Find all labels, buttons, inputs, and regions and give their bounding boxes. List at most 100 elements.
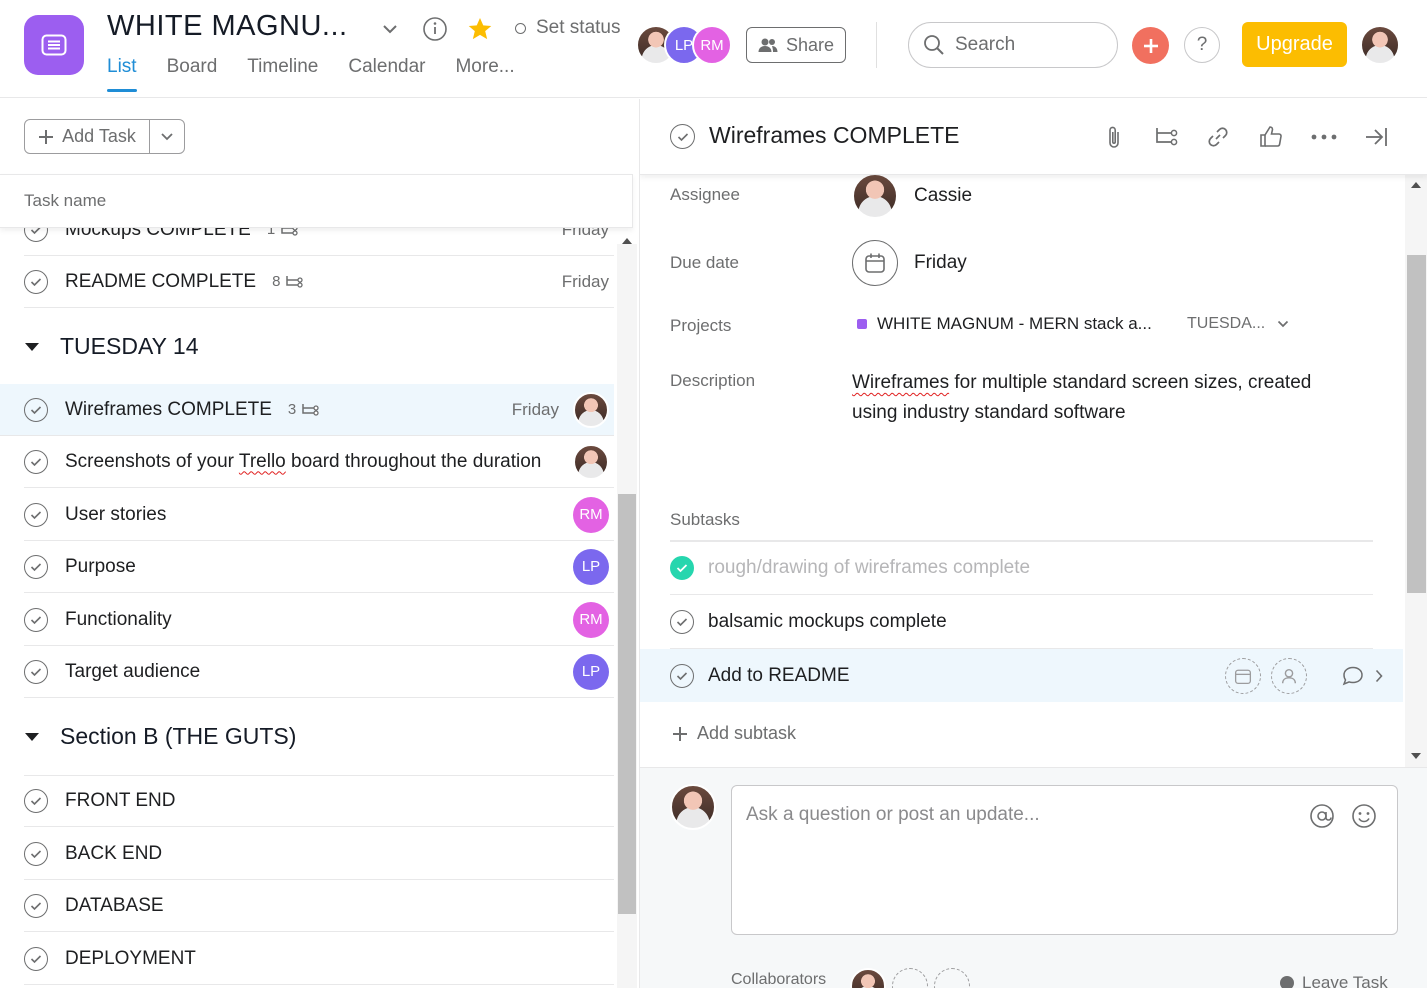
task-title[interactable]: Wireframes COMPLETE bbox=[709, 122, 959, 149]
project-title[interactable]: WHITE MAGNU... bbox=[107, 10, 348, 43]
subtask-icon[interactable] bbox=[1152, 123, 1180, 151]
search-box[interactable] bbox=[908, 22, 1118, 68]
description-text[interactable]: Wireframes for multiple standard screen … bbox=[852, 368, 1352, 428]
task-row[interactable]: Purpose LP bbox=[24, 541, 614, 593]
scroll-up-arrow[interactable] bbox=[1411, 182, 1421, 188]
upgrade-button[interactable]: Upgrade bbox=[1242, 22, 1347, 67]
task-row[interactable]: Screenshots of your Trello board through… bbox=[24, 436, 614, 488]
check-icon[interactable] bbox=[24, 788, 48, 813]
close-panel-icon[interactable] bbox=[1362, 123, 1390, 151]
share-button[interactable]: Share bbox=[746, 27, 846, 63]
comment-box[interactable] bbox=[731, 785, 1398, 935]
chevron-right-icon[interactable] bbox=[1375, 669, 1383, 683]
add-collaborator-slot[interactable] bbox=[934, 968, 970, 988]
add-subtask-button[interactable]: Add subtask bbox=[672, 723, 796, 744]
mention-icon[interactable] bbox=[1308, 802, 1336, 830]
chevron-down-icon bbox=[161, 133, 173, 141]
project-chip[interactable]: WHITE MAGNUM - MERN stack a... bbox=[857, 314, 1152, 334]
project-members[interactable]: LP RM bbox=[636, 25, 732, 65]
subtask-row[interactable]: rough/drawing of wireframes complete bbox=[670, 542, 1373, 595]
complete-task-button[interactable] bbox=[670, 124, 695, 149]
comment-icon[interactable] bbox=[1341, 665, 1365, 687]
assignee-avatar[interactable] bbox=[573, 391, 609, 428]
subtask-name: Add to README bbox=[708, 664, 850, 686]
task-row[interactable]: User stories RM bbox=[24, 489, 614, 541]
task-row[interactable]: DEPLOYMENT bbox=[24, 933, 614, 985]
star-icon[interactable] bbox=[466, 15, 494, 43]
set-status-button[interactable]: Set status bbox=[515, 17, 621, 39]
check-icon[interactable] bbox=[24, 269, 48, 294]
tab-list[interactable]: List bbox=[107, 56, 137, 92]
assignee-avatar[interactable]: LP bbox=[573, 653, 609, 690]
subtask-row[interactable]: balsamic mockups complete bbox=[670, 596, 1373, 649]
emoji-icon[interactable] bbox=[1350, 802, 1378, 830]
more-options-icon[interactable] bbox=[1310, 123, 1338, 151]
scroll-up-arrow[interactable] bbox=[622, 238, 632, 244]
project-section-select[interactable]: TUESDA... bbox=[1187, 315, 1289, 333]
section-header-b[interactable]: Section B (THE GUTS) bbox=[24, 698, 614, 776]
task-row[interactable]: FRONT END bbox=[24, 775, 614, 827]
task-row[interactable]: Target audience LP bbox=[24, 646, 614, 698]
check-icon[interactable] bbox=[24, 659, 48, 684]
assignee-avatar[interactable]: LP bbox=[573, 548, 609, 585]
due-date[interactable]: Friday bbox=[512, 400, 559, 420]
check-icon[interactable] bbox=[24, 841, 48, 866]
detail-scrollbar[interactable] bbox=[1405, 175, 1427, 767]
task-row[interactable]: BACK END bbox=[24, 828, 614, 880]
scroll-down-arrow[interactable] bbox=[1411, 753, 1421, 759]
tab-board[interactable]: Board bbox=[167, 56, 218, 92]
due-date[interactable]: Friday bbox=[562, 272, 609, 292]
section-header-tuesday[interactable]: TUESDAY 14 bbox=[24, 308, 614, 386]
subtask-assignee-button[interactable] bbox=[1271, 657, 1307, 694]
add-task-button[interactable]: Add Task bbox=[25, 120, 150, 153]
caret-down-icon bbox=[25, 342, 39, 351]
check-icon[interactable] bbox=[24, 607, 48, 632]
add-collaborator-slot[interactable] bbox=[892, 968, 928, 988]
task-row[interactable]: DATABASE bbox=[24, 880, 614, 932]
check-icon[interactable] bbox=[24, 554, 48, 579]
check-icon[interactable] bbox=[670, 663, 694, 688]
task-row-selected[interactable]: Wireframes COMPLETE 3 Friday bbox=[0, 384, 614, 436]
check-icon[interactable] bbox=[24, 502, 48, 527]
search-input[interactable] bbox=[955, 34, 1105, 56]
due-date-field[interactable]: Friday bbox=[852, 240, 967, 286]
add-task-dropdown[interactable] bbox=[150, 120, 184, 153]
subtask-due-date-button[interactable] bbox=[1225, 657, 1261, 694]
check-icon[interactable] bbox=[24, 449, 48, 474]
collaborator-avatar[interactable] bbox=[850, 968, 886, 988]
task-row[interactable]: README COMPLETE 8 Friday bbox=[24, 256, 614, 308]
assignee-field[interactable]: Cassie bbox=[852, 173, 972, 219]
description-label: Description bbox=[670, 371, 756, 390]
quick-add-button[interactable] bbox=[1132, 27, 1169, 64]
check-icon[interactable] bbox=[670, 556, 694, 580]
check-icon[interactable] bbox=[670, 610, 694, 634]
scrollbar-thumb[interactable] bbox=[618, 494, 636, 914]
task-row[interactable]: Functionality RM bbox=[24, 594, 614, 646]
tab-calendar[interactable]: Calendar bbox=[348, 56, 425, 92]
leave-task-button[interactable]: Leave Task bbox=[1280, 973, 1388, 988]
chevron-down-icon[interactable] bbox=[376, 15, 404, 43]
link-icon[interactable] bbox=[1204, 123, 1232, 151]
check-icon[interactable] bbox=[24, 397, 48, 422]
profile-avatar[interactable] bbox=[1360, 25, 1400, 65]
check-icon[interactable] bbox=[24, 893, 48, 918]
comment-input[interactable] bbox=[746, 804, 1286, 914]
info-icon[interactable] bbox=[421, 15, 449, 43]
help-button[interactable]: ? bbox=[1184, 27, 1220, 63]
assignee-avatar[interactable] bbox=[573, 443, 609, 480]
project-section-value: TUESDA... bbox=[1187, 315, 1266, 332]
plus-icon bbox=[1143, 38, 1158, 53]
list-scrollbar[interactable] bbox=[617, 238, 637, 988]
check-icon[interactable] bbox=[24, 946, 48, 971]
assignee-avatar[interactable]: RM bbox=[573, 601, 609, 638]
like-icon[interactable] bbox=[1257, 123, 1285, 151]
attachment-icon[interactable] bbox=[1100, 123, 1128, 151]
tab-more[interactable]: More... bbox=[455, 56, 514, 92]
tab-timeline[interactable]: Timeline bbox=[247, 56, 318, 92]
assignee-avatar[interactable]: RM bbox=[573, 496, 609, 533]
subtask-row-hovered[interactable]: Add to README bbox=[640, 649, 1403, 702]
column-header-task-name[interactable]: Task name bbox=[0, 174, 633, 228]
project-list-icon[interactable] bbox=[24, 15, 84, 75]
scrollbar-thumb[interactable] bbox=[1407, 255, 1426, 593]
header-divider bbox=[876, 22, 877, 68]
